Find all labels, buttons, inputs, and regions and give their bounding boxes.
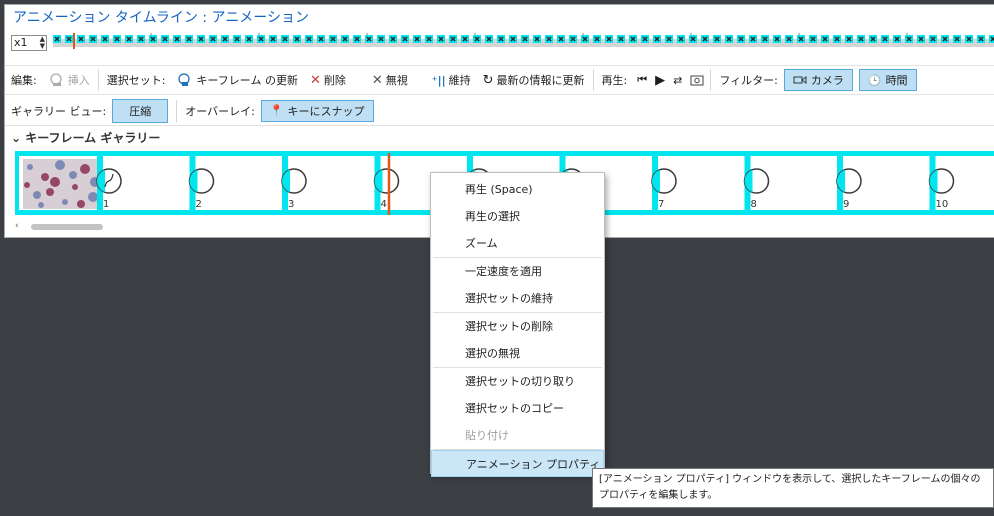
scroll-left-icon[interactable]: ‹ (15, 221, 19, 231)
delete-button[interactable]: ✕ 削除 (304, 72, 352, 88)
pane-title: アニメーション タイムライン : アニメーション (13, 10, 309, 26)
ignore-label: 無視 (385, 74, 408, 87)
keyframe-7[interactable] (651, 168, 677, 194)
insert-label: 挿入 (67, 74, 90, 87)
edit-label: 編集: (11, 74, 37, 87)
keyframe-number: 7 (658, 199, 664, 210)
edit-toolbar: 編集: 挿入 選択セット: キーフレーム の更新 ✕ 削除 ✕ 無視 ⁺|| 維… (5, 65, 994, 95)
separator (176, 99, 178, 122)
keyframe-1[interactable] (96, 168, 122, 194)
speed-value: x1 (14, 36, 28, 49)
update-keyframe-button[interactable]: キーフレーム の更新 (171, 72, 304, 88)
keep-label: 維持 (448, 74, 471, 87)
go-to-start-button[interactable]: ⏮ (633, 73, 651, 87)
separator (592, 69, 594, 91)
keyframe-number: 8 (751, 199, 757, 210)
chevron-down-icon: ⌄ (11, 131, 22, 145)
insert-keyframe-icon (50, 73, 62, 86)
camera-icon (690, 75, 704, 86)
insert-button[interactable]: 挿入 (43, 72, 96, 88)
loop-button[interactable]: ⇄ (669, 74, 686, 87)
camera-filter-button[interactable]: カメラ (783, 69, 853, 91)
refresh-button[interactable]: ↻ 最新の情報に更新 (477, 72, 591, 88)
filter-label: フィルター: (719, 74, 778, 87)
keyframe-number: 10 (936, 199, 949, 210)
play-label: 再生: (601, 74, 628, 87)
keep-button[interactable]: ⁺|| 維持 (426, 72, 477, 88)
selection-set-label: 選択セット: (106, 74, 166, 87)
keyframe-number: 3 (288, 199, 294, 210)
ignore-button[interactable]: ✕ 無視 (366, 72, 414, 88)
timeline-keyframe-markers[interactable] (53, 33, 994, 53)
scroll-thumb[interactable] (31, 224, 103, 230)
delete-label: 削除 (323, 74, 346, 87)
gallery-view-label: ギャラリー ビュー: (11, 104, 107, 118)
keyframe-number: 2 (196, 199, 202, 210)
keyframe-number: 1 (103, 199, 109, 210)
menu-item: 貼り付け (465, 429, 509, 442)
snap-to-key-label: キーにスナップ (287, 104, 365, 118)
keyframe-number: 9 (843, 199, 849, 210)
keyframe-2[interactable] (188, 168, 215, 194)
keyframe-4[interactable] (373, 168, 400, 194)
camera-filter-label: カメラ (810, 74, 844, 87)
refresh-icon: ↻ (482, 72, 494, 88)
ignore-icon: ✕ (371, 72, 383, 88)
tooltip: [アニメーション プロパティ] ウィンドウを表示して、選択したキーフレームの個々… (592, 468, 994, 508)
timeline-row: x1 ▲ ▼ (9, 33, 994, 53)
clock-icon: 🕒 (867, 73, 882, 87)
skip-start-icon: ⏮ (637, 73, 648, 86)
keyframe-8[interactable] (743, 168, 770, 194)
snap-pin-icon: 📍 (269, 104, 284, 117)
play-button[interactable]: ▶ (651, 73, 669, 88)
delete-icon: ✕ (309, 72, 321, 88)
menu-item[interactable]: 選択セットの削除 (431, 313, 604, 340)
separator (710, 69, 712, 91)
video-camera-icon (793, 76, 807, 84)
keyframe-gallery-header[interactable]: ⌄ キーフレーム ギャラリー (11, 129, 160, 146)
refresh-label: 最新の情報に更新 (496, 74, 585, 87)
keyframe-number: 4 (381, 199, 387, 210)
menu-item[interactable]: 選択セットのコピー (431, 395, 604, 422)
separator (97, 69, 99, 91)
gallery-view-compact-button[interactable]: 圧縮 (112, 98, 169, 123)
keyframe-9[interactable] (836, 168, 862, 194)
keep-icon: ⁺|| (431, 73, 446, 87)
gallery-top-rail (15, 151, 994, 156)
overlay-label: オーバーレイ: (185, 104, 255, 118)
view-toolbar: ギャラリー ビュー: 圧縮 オーバーレイ: 📍 キーにスナップ (5, 96, 994, 126)
snapshot-button[interactable] (686, 74, 708, 86)
keyframe-3[interactable] (281, 168, 307, 194)
keyframe-gallery-title: キーフレーム ギャラリー (25, 131, 161, 145)
menu-item[interactable]: 一定速度を適用 (431, 258, 604, 285)
menu-item[interactable]: 再生 (Space) (431, 176, 604, 203)
menu-item[interactable]: アニメーション プロパティ (431, 450, 604, 477)
speed-spinner[interactable]: x1 ▲ ▼ (11, 35, 47, 51)
loop-icon: ⇄ (673, 73, 683, 87)
menu-item[interactable]: ズーム (431, 230, 604, 257)
timeline-track[interactable] (53, 33, 994, 49)
menu-item[interactable]: 選択セットの維持 (431, 285, 604, 312)
snap-to-key-button[interactable]: 📍 キーにスナップ (260, 99, 374, 122)
menu-item[interactable]: 選択の無視 (431, 340, 604, 367)
context-menu: 再生 (Space) 再生の選択 ズーム 一定速度を適用 選択セットの維持 選択セットの削… (430, 172, 605, 477)
keyframe-thumbnail[interactable] (23, 159, 101, 209)
time-filter-button[interactable]: 🕒 時間 (858, 69, 917, 91)
keyframe-10[interactable] (928, 168, 955, 194)
spin-arrows-icon[interactable]: ▲ ▼ (40, 36, 45, 50)
gallery-left-rail (15, 151, 19, 215)
time-filter-label: 時間 (885, 74, 908, 87)
menu-item[interactable]: 再生の選択 (431, 203, 604, 230)
update-keyframe-label: キーフレーム の更新 (196, 74, 298, 87)
play-icon: ▶ (655, 72, 666, 88)
update-keyframe-icon (178, 73, 191, 86)
menu-item[interactable]: 選択セットの切り取り (431, 368, 604, 395)
